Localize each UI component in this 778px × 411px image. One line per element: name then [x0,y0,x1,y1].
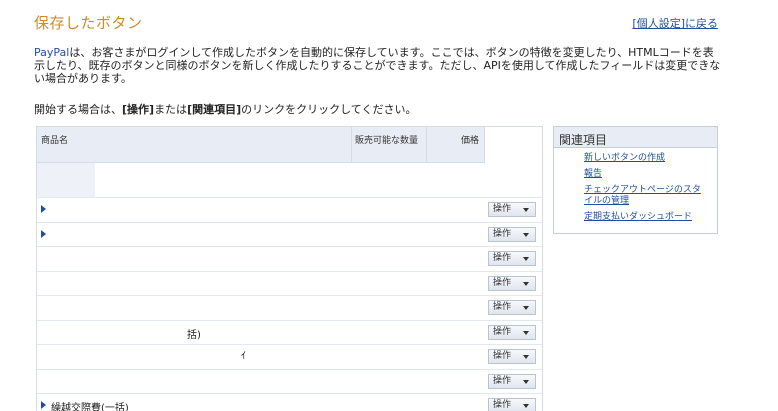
row-name: 繰越交際費(一括) [51,403,129,411]
expand-arrow-icon[interactable] [41,205,46,213]
table-row: 操作 [37,247,542,272]
row-name: ｲ [241,351,246,362]
table-row: 繰越交際費(一括) 操作 [37,394,542,411]
related-link-checkout-style[interactable]: チェックアウトページのスタイルの管理 [584,185,709,207]
action-label: 操作 [493,375,512,386]
chevron-down-icon [523,330,529,335]
action-dropdown[interactable]: 操作 [488,324,536,340]
table-header: 商品名 販売可能な数量 価格 [37,127,542,163]
action-label: 操作 [493,351,512,361]
action-dropdown[interactable]: 操作 [488,202,536,217]
related-link-recurring-dashboard[interactable]: 定期支払いダッシュボード [584,212,709,223]
table-row: 操作 [37,272,542,296]
action-dropdown[interactable]: 操作 [488,275,536,291]
action-dropdown[interactable]: 操作 [488,349,536,364]
instruction-rel: [関連項目] [187,103,242,116]
action-dropdown[interactable]: 操作 [488,251,536,266]
instruction-text: 開始する場合は、[操作]または[関連項目]のリンクをクリックしてください。 [34,101,416,117]
table-row: 括) 操作 [37,321,542,345]
filter-row [37,163,542,198]
header-price[interactable]: 価格 [426,127,485,163]
action-dropdown[interactable]: 操作 [488,373,536,389]
page-title: 保存したボタン [34,14,143,32]
filter-box [37,163,95,197]
intro-text: PayPalは、お客さまがログインして作成したボタンを自動的に保存しています。こ… [34,46,724,85]
instruction-pre: 開始する場合は、 [34,103,122,116]
related-items-list: 新しいボタンの作成 報告 チェックアウトページのスタイルの管理 定期支払いダッシ… [554,148,717,223]
action-label: 操作 [493,400,512,410]
instruction-op: [操作] [122,103,155,116]
action-label: 操作 [493,326,512,337]
table-row: 操作 [37,198,542,223]
table-row: 操作 [37,223,542,247]
chevron-down-icon [523,379,529,384]
expand-arrow-icon[interactable] [41,229,46,238]
header-blank [484,127,542,163]
related-items-title: 関連項目 [554,127,717,148]
chevron-down-icon [523,404,529,408]
chevron-down-icon [523,355,529,359]
chevron-down-icon [523,281,529,286]
table-row: 操作 [37,370,542,394]
intro-body: は、お客さまがログインして作成したボタンを自動的に保存しています。ここでは、ボタ… [34,46,721,85]
chevron-down-icon [523,257,529,261]
action-label: 操作 [493,302,512,312]
chevron-down-icon [523,232,529,237]
row-name: 括) [187,329,201,341]
action-label: 操作 [493,228,512,239]
intro-brand: PayPal [34,46,70,59]
header-product-name[interactable]: 商品名 [41,127,68,163]
table-row: 操作 [37,296,542,321]
action-label: 操作 [493,253,512,263]
saved-buttons-table: 商品名 販売可能な数量 価格 操作 操作 操作 操作 操作 括) 操作 ｲ 操作… [36,126,543,411]
action-label: 操作 [493,204,512,214]
action-dropdown[interactable]: 操作 [488,226,536,242]
header-available-qty[interactable]: 販売可能な数量 [351,127,423,163]
related-link-reports[interactable]: 報告 [584,169,709,180]
back-to-settings-link[interactable]: [個人設定]に戻る [632,15,718,31]
action-label: 操作 [493,277,512,288]
instruction-post: のリンクをクリックしてください。 [241,103,417,116]
expand-arrow-icon[interactable] [41,401,46,409]
chevron-down-icon [523,306,529,310]
action-dropdown[interactable]: 操作 [488,300,536,315]
related-link-create-button[interactable]: 新しいボタンの作成 [584,153,709,164]
action-dropdown[interactable]: 操作 [488,398,536,411]
table-row: ｲ 操作 [37,345,542,370]
instruction-mid: または [154,103,188,116]
chevron-down-icon [523,208,529,212]
related-items-panel: 関連項目 新しいボタンの作成 報告 チェックアウトページのスタイルの管理 定期支… [553,126,718,234]
